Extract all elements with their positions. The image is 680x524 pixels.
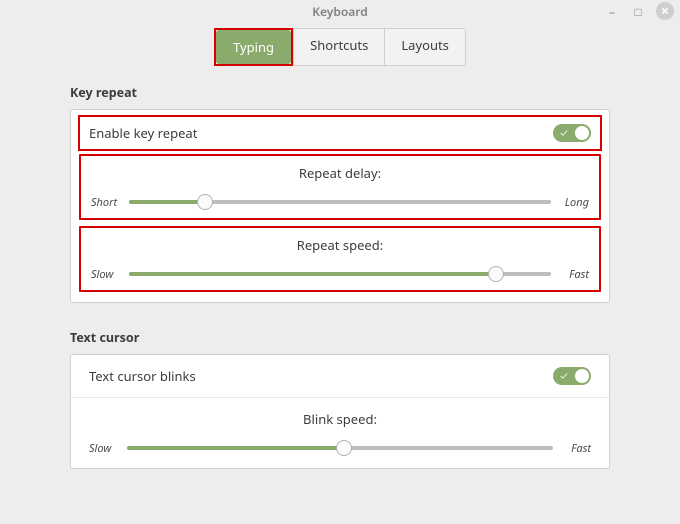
- switch-knob: [575, 369, 589, 383]
- repeat-speed-hi: Fast: [559, 267, 589, 282]
- blink-speed-label: Blink speed:: [89, 410, 591, 428]
- repeat-delay-label: Repeat delay:: [91, 164, 589, 182]
- window-controls: – □ ×: [604, 2, 674, 20]
- check-icon: ✓: [560, 128, 568, 139]
- highlight-typing-tab: Typing: [214, 28, 293, 66]
- check-icon: ✓: [560, 371, 568, 382]
- enable-key-repeat-switch[interactable]: ✓: [553, 124, 591, 142]
- content: Key repeat Enable key repeat ✓ Repeat de…: [0, 84, 680, 469]
- blink-speed-lo: Slow: [89, 441, 119, 456]
- repeat-delay-slider[interactable]: [129, 194, 551, 210]
- text-cursor-heading: Text cursor: [70, 329, 610, 346]
- repeat-speed-row: Repeat speed: Slow Fast: [79, 226, 601, 292]
- tab-shortcuts[interactable]: Shortcuts: [293, 28, 385, 66]
- close-icon[interactable]: ×: [656, 2, 674, 20]
- repeat-speed-label: Repeat speed:: [91, 236, 589, 254]
- cursor-blinks-row: Text cursor blinks ✓: [71, 355, 609, 397]
- repeat-delay-hi: Long: [559, 195, 589, 210]
- key-repeat-heading: Key repeat: [70, 84, 610, 101]
- tab-typing[interactable]: Typing: [216, 30, 291, 64]
- tab-layouts[interactable]: Layouts: [385, 28, 466, 66]
- repeat-speed-slider[interactable]: [129, 266, 551, 282]
- repeat-delay-lo: Short: [91, 195, 121, 210]
- minimize-icon[interactable]: –: [604, 3, 620, 19]
- titlebar: Keyboard – □ ×: [0, 0, 680, 22]
- key-repeat-panel: Enable key repeat ✓ Repeat delay: Short …: [70, 109, 610, 303]
- tabs: Typing Shortcuts Layouts: [214, 28, 466, 66]
- window-title: Keyboard: [312, 3, 368, 20]
- repeat-delay-row: Repeat delay: Short Long: [79, 154, 601, 220]
- enable-key-repeat-row: Enable key repeat ✓: [79, 116, 601, 150]
- blink-speed-row: Blink speed: Slow Fast: [71, 397, 609, 468]
- tabs-row: Typing Shortcuts Layouts: [0, 22, 680, 76]
- blink-speed-slider[interactable]: [127, 440, 553, 456]
- text-cursor-panel: Text cursor blinks ✓ Blink speed: Slow F…: [70, 354, 610, 469]
- blink-speed-hi: Fast: [561, 441, 591, 456]
- maximize-icon[interactable]: □: [630, 3, 646, 19]
- switch-knob: [575, 126, 589, 140]
- repeat-speed-lo: Slow: [91, 267, 121, 282]
- cursor-blinks-label: Text cursor blinks: [89, 367, 196, 385]
- enable-key-repeat-label: Enable key repeat: [89, 124, 197, 142]
- cursor-blinks-switch[interactable]: ✓: [553, 367, 591, 385]
